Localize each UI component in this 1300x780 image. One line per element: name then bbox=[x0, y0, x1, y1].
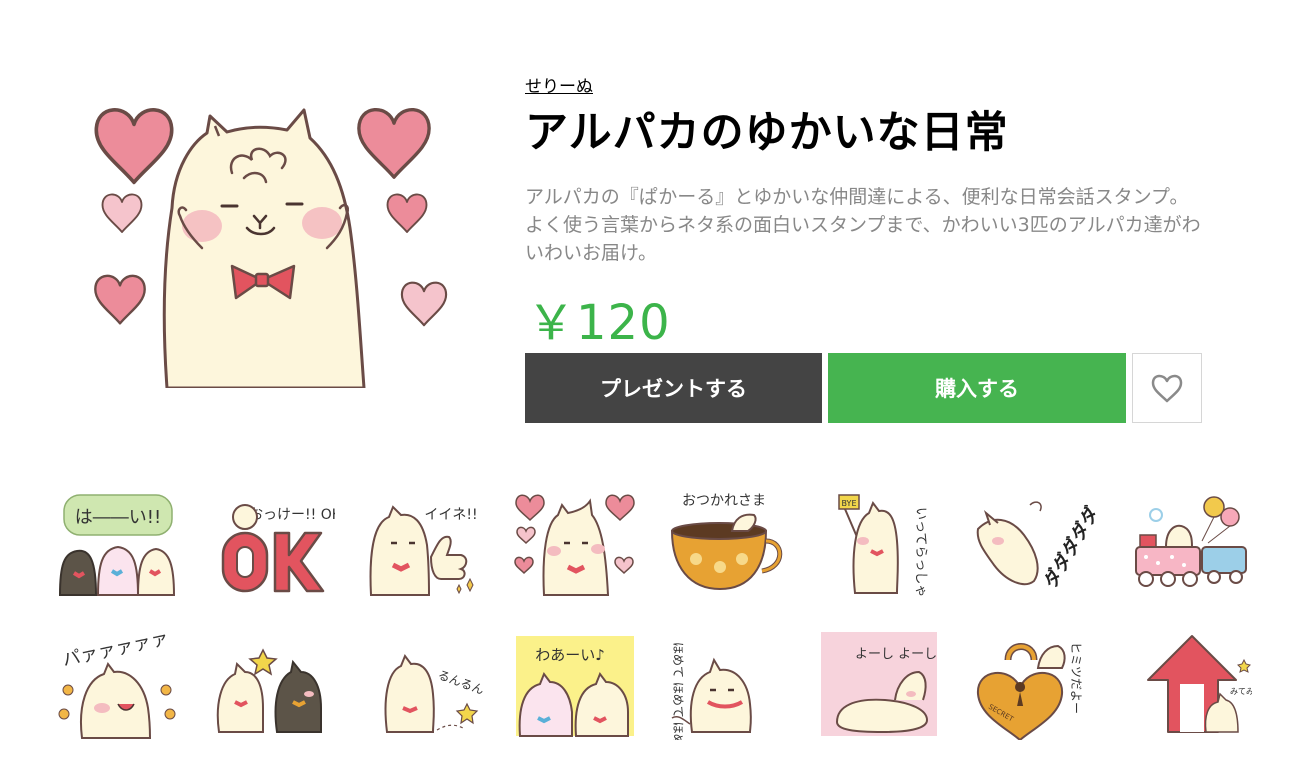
sticker-thumb-homete[interactable]: ほめて ほめて ほめて bbox=[662, 628, 792, 740]
favorite-button[interactable] bbox=[1132, 353, 1202, 423]
sticker-text: イイネ!! bbox=[424, 507, 477, 523]
price: ￥120 bbox=[527, 295, 671, 351]
sticker-thumb-otsukaresama[interactable]: おつかれさま bbox=[662, 485, 792, 597]
sticker-text: おっけー!! OK bbox=[249, 507, 335, 523]
sticker-text: るんるん bbox=[436, 668, 486, 698]
author-link[interactable]: せりーぬ bbox=[525, 72, 593, 97]
main-sticker-image bbox=[82, 88, 462, 390]
sticker-thumb-hearts[interactable] bbox=[510, 485, 640, 597]
sticker-thumb-waai[interactable]: わあーい♪ bbox=[510, 628, 640, 740]
sticker-thumb-arrow[interactable]: みてみて bbox=[1122, 628, 1252, 740]
sticker-thumb-stars[interactable] bbox=[205, 628, 335, 740]
sticker-text: おつかれさま bbox=[682, 493, 766, 509]
sticker-thumb-paaa[interactable]: パァァァァァ bbox=[52, 628, 182, 740]
sticker-thumb-train[interactable] bbox=[1122, 485, 1252, 597]
sticker-text: パァァァァァ bbox=[61, 628, 171, 671]
sticker-thumb-himitsu[interactable]: SECRET ヒミツだよー bbox=[968, 628, 1098, 740]
sticker-thumb-ok[interactable]: おっけー!! OK bbox=[205, 485, 335, 597]
sticker-row: は――い!! おっけー!! OK イイネ!! おつかれさま BYE いってらっし… bbox=[52, 485, 1252, 605]
sticker-text: よーし よーし bbox=[855, 647, 937, 662]
sticker-text: みてみて bbox=[1230, 687, 1252, 696]
sticker-text: いってらっしゃい bbox=[913, 507, 928, 597]
sticker-thumb-hai[interactable]: は――い!! bbox=[52, 485, 182, 597]
gift-button[interactable]: プレゼントする bbox=[525, 353, 822, 423]
sticker-text: わあーい♪ bbox=[535, 646, 605, 664]
buy-button[interactable]: 購入する bbox=[828, 353, 1126, 423]
sticker-title: アルパカのゆかいな日常 bbox=[525, 108, 1009, 158]
sticker-text: ダダダダダ bbox=[1039, 503, 1098, 592]
sticker-text: は――い!! bbox=[75, 507, 161, 528]
sticker-description: アルパカの『ぱかーる』とゆかいな仲間達による、便利な日常会話スタンプ。よく使う言… bbox=[525, 186, 1201, 264]
sticker-thumb-itterasshai[interactable]: BYE いってらっしゃい bbox=[815, 485, 945, 597]
heart-outline-icon bbox=[1151, 374, 1183, 403]
sticker-thumb-dadada[interactable]: ダダダダダ bbox=[968, 485, 1098, 597]
sticker-text: ヒミツだよー bbox=[1069, 642, 1083, 714]
sticker-text: ほめて ほめて ほめて bbox=[671, 642, 685, 740]
sticker-thumb-yoshiyoshi[interactable]: よーし よーし bbox=[815, 628, 945, 740]
sticker-thumb-iine[interactable]: イイネ!! bbox=[357, 485, 487, 597]
svg-text:BYE: BYE bbox=[842, 499, 857, 508]
sticker-thumb-runrun[interactable]: るんるん bbox=[357, 628, 487, 740]
sticker-row: パァァァァァ るんるん わあーい♪ ほめて ほめて ほめて よーし よーし SE… bbox=[52, 628, 1252, 748]
